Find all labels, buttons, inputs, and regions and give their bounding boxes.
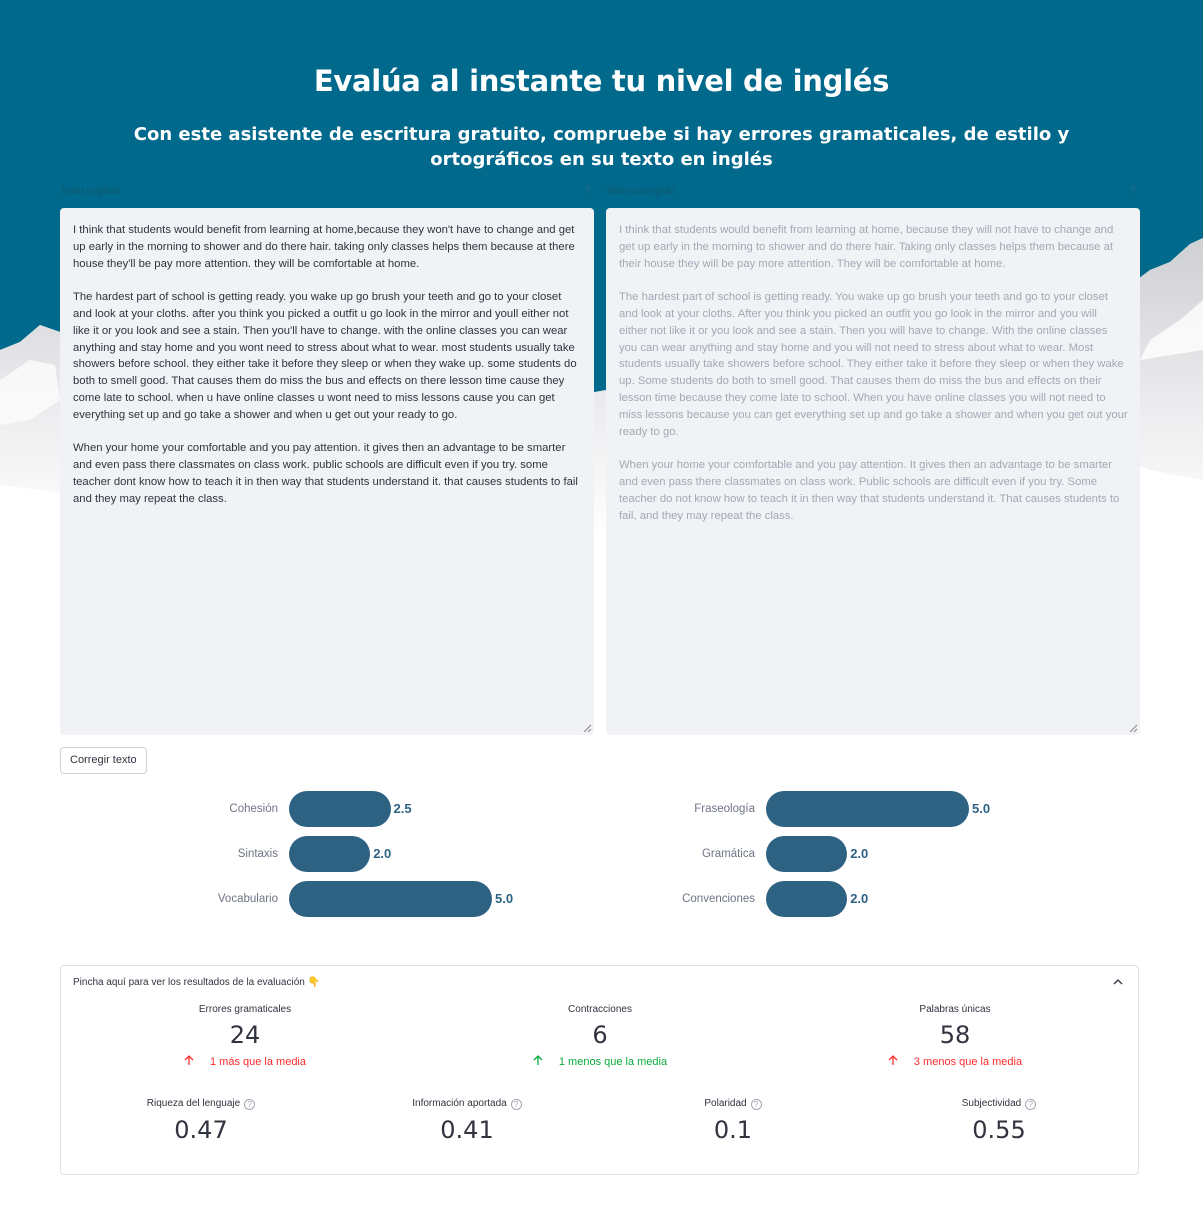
page-subtitle: Con este asistente de escritura gratuito… (133, 124, 1070, 170)
original-text-input[interactable]: I think that students would benefit from… (60, 208, 594, 735)
bar (766, 836, 848, 872)
bar (289, 791, 391, 827)
metric-label: Errores gramaticales (198, 1004, 292, 1015)
output-paragraph: When your home your comfortable and you … (619, 459, 1123, 522)
resize-handle-icon[interactable] (583, 724, 592, 733)
results-expander[interactable]: Pincha aquí para ver los resultados de l… (60, 965, 1139, 1175)
metric-label: Información aportada (412, 1098, 507, 1109)
output-area-label: Texto corregido (606, 186, 675, 197)
bar (289, 836, 371, 872)
metric-label: Subjectividad (961, 1098, 1022, 1109)
input-paragraph: When your home your comfortable and you … (73, 442, 582, 505)
input-paragraph: I think that students would benefit from… (73, 224, 578, 270)
bar (766, 791, 969, 827)
bar (289, 881, 492, 917)
metric-delta: 3 menos que la media (855, 1055, 1055, 1068)
input-area-label: Texto original (60, 186, 119, 197)
metric-contractions: Contracciones 6 1 menos que la media (500, 1004, 700, 1068)
metric-label: Contracciones (568, 1004, 632, 1015)
metric-value: 0.41 (440, 1116, 494, 1144)
output-help-icon: ? (1130, 186, 1136, 197)
metric-grammar-errors: Errores gramaticales 24 1 más que la med… (145, 1004, 345, 1068)
page-title: Evalúa al instante tu nivel de inglés (313, 64, 890, 98)
metric-value: 0.1 (713, 1116, 753, 1144)
bar-value-label: 2.5 (393, 801, 412, 816)
bar (766, 881, 848, 917)
metric-label: Palabras únicas (919, 1004, 991, 1015)
metric-polarity: Polaridad? 0.1 (633, 1098, 833, 1144)
bar-label: Cohesión (229, 803, 278, 815)
metric-subjectivity: Subjectividad? 0.55 (899, 1098, 1099, 1144)
bar-label: Fraseología (694, 803, 755, 815)
chevron-up-icon[interactable] (1112, 976, 1124, 988)
help-icon[interactable]: ? (510, 1099, 522, 1110)
arrow-up-icon (184, 1055, 194, 1065)
bar-value-label: 5.0 (972, 801, 991, 816)
metric-delta: 1 menos que la media (500, 1055, 700, 1068)
metric-information-provided: Información aportada? 0.41 (367, 1098, 567, 1144)
metric-value: 58 (939, 1021, 971, 1049)
bar-label: Vocabulario (217, 893, 278, 905)
arrow-up-icon (888, 1055, 898, 1065)
bar-value-label: 5.0 (495, 891, 514, 906)
bar-label: Gramática (701, 848, 755, 860)
metric-value: 0.55 (972, 1116, 1026, 1144)
input-paragraph: The hardest part of school is getting re… (73, 291, 580, 421)
arrow-up-icon (533, 1055, 543, 1065)
help-icon[interactable]: ? (750, 1099, 762, 1110)
output-paragraph: I think that students would benefit from… (619, 224, 1117, 270)
metric-delta-text: 3 menos que la media (913, 1056, 1023, 1068)
metric-unique-words: Palabras únicas 58 3 menos que la media (855, 1004, 1055, 1068)
metric-value: 6 (592, 1021, 608, 1049)
bar-value-label: 2.0 (850, 891, 869, 906)
bar-value-label: 2.0 (850, 846, 869, 861)
bar-label: Sintaxis (237, 848, 278, 860)
help-icon[interactable]: ? (1025, 1099, 1037, 1110)
metric-label: Riqueza del lenguaje (146, 1098, 241, 1109)
expander-header[interactable]: Pincha aquí para ver los resultados de l… (73, 977, 320, 988)
corrected-text-output[interactable]: I think that students would benefit from… (606, 208, 1140, 735)
metric-value: 0.47 (174, 1116, 228, 1144)
help-icon[interactable]: ? (244, 1099, 256, 1110)
input-help-icon: ? (584, 186, 590, 197)
metric-value: 24 (229, 1021, 261, 1049)
bar-label: Convenciones (682, 893, 755, 905)
metric-language-richness: Riqueza del lenguaje? 0.47 (101, 1098, 301, 1144)
bar-value-label: 2.0 (373, 846, 392, 861)
resize-handle-icon[interactable] (1129, 724, 1138, 733)
output-paragraph: The hardest part of school is getting re… (619, 291, 1131, 438)
metric-label: Polaridad (704, 1098, 747, 1109)
metric-delta-text: 1 más que la media (210, 1056, 306, 1068)
metric-delta: 1 más que la media (145, 1055, 345, 1068)
correct-text-button[interactable]: Corregir texto (60, 747, 147, 774)
metric-delta-text: 1 menos que la media (558, 1056, 668, 1068)
